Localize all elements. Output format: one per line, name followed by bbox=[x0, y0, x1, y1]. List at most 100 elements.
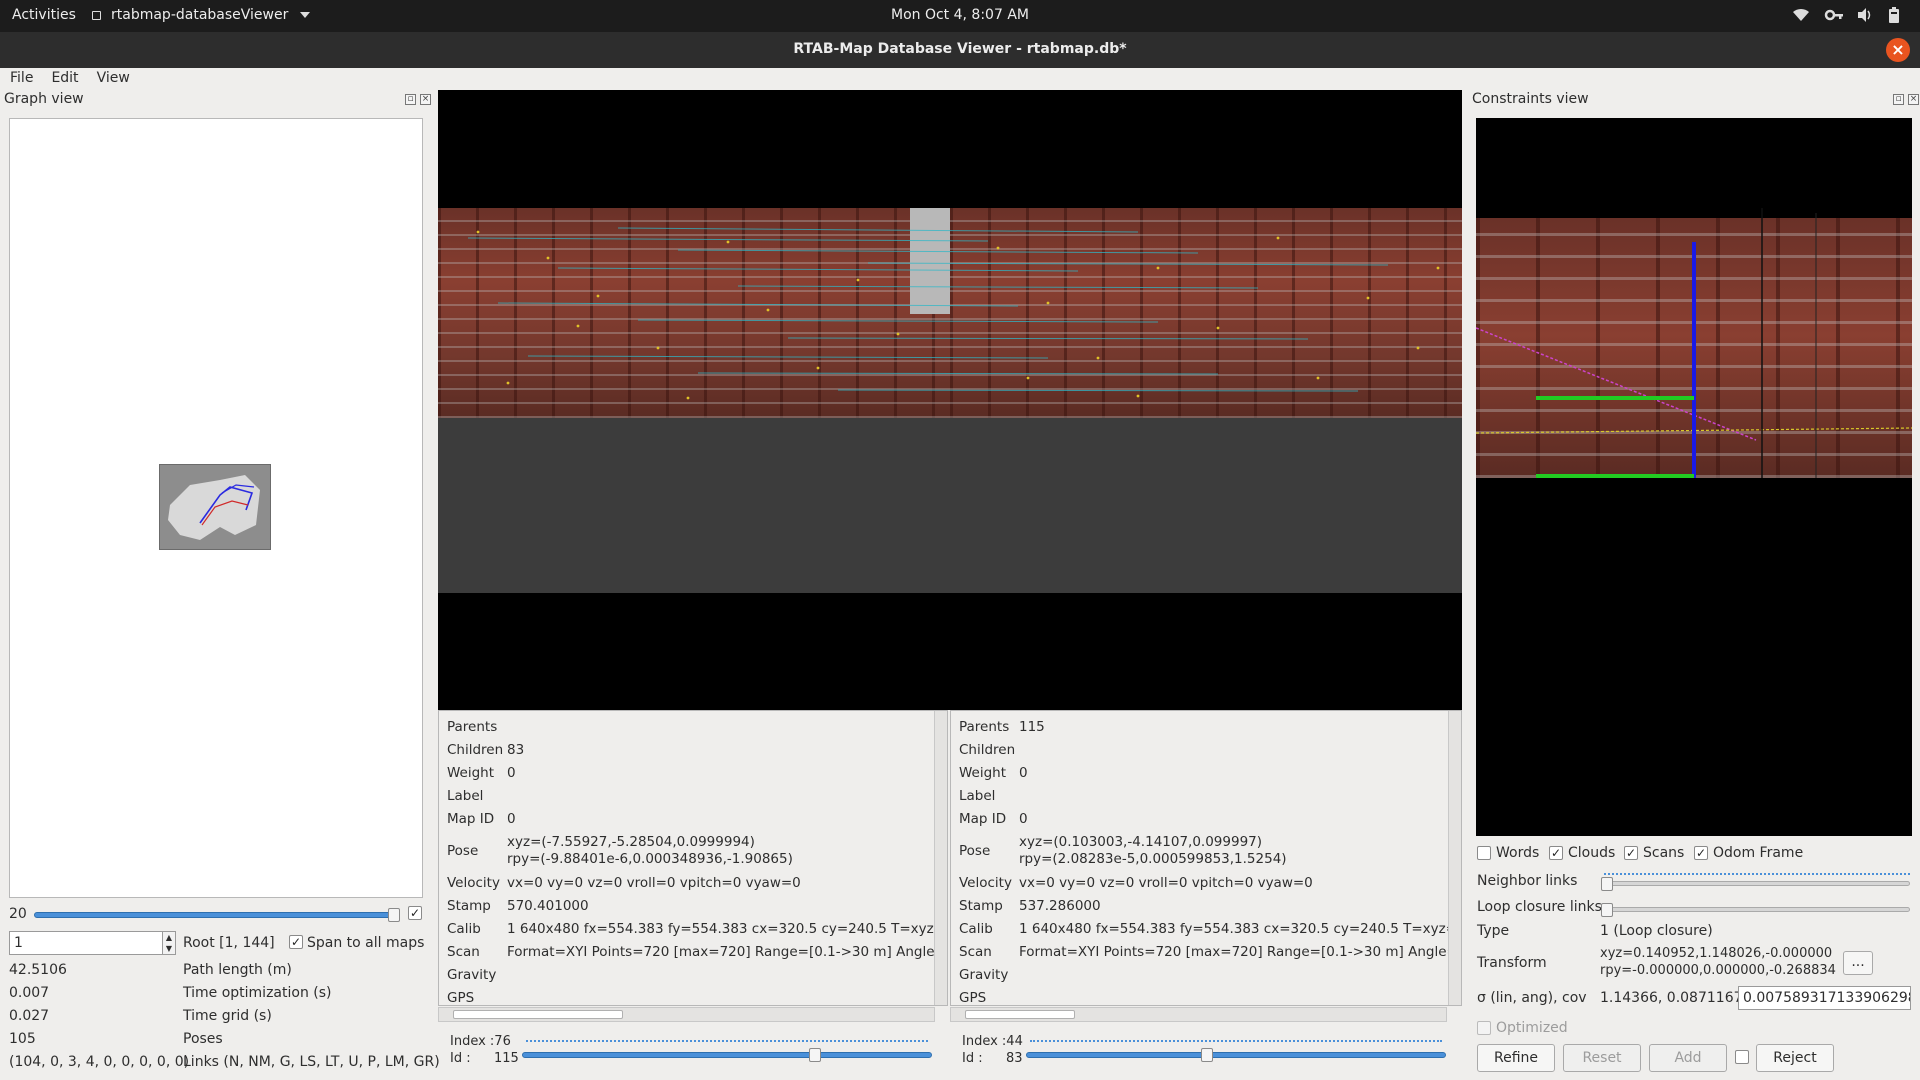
span-all-maps-label: Span to all maps bbox=[307, 935, 425, 951]
constraints-3d-view[interactable] bbox=[1476, 118, 1912, 836]
add-button[interactable]: Add bbox=[1649, 1044, 1727, 1072]
right-info-horizontal-scrollbar[interactable] bbox=[950, 1007, 1447, 1022]
odom-frame-label: Odom Frame bbox=[1713, 845, 1804, 861]
root-spinbox[interactable]: 1 bbox=[9, 931, 163, 955]
close-window-button[interactable]: × bbox=[1886, 38, 1910, 62]
scans-checkbox[interactable]: ✓ bbox=[1624, 846, 1638, 860]
graph-slider-handle[interactable] bbox=[388, 908, 400, 922]
optimized-checkbox[interactable] bbox=[1477, 1021, 1491, 1035]
window-title: RTAB-Map Database Viewer - rtabmap.db* bbox=[793, 41, 1127, 57]
menu-edit[interactable]: Edit bbox=[42, 68, 87, 90]
volume-icon[interactable] bbox=[1856, 6, 1874, 24]
transform-details-button[interactable]: ... bbox=[1843, 951, 1873, 975]
neighbor-links-slider[interactable] bbox=[1604, 881, 1910, 886]
right-id-value: 83 bbox=[1006, 1051, 1023, 1066]
slider-handle[interactable] bbox=[809, 1048, 821, 1062]
clouds-checkbox[interactable]: ✓ bbox=[1549, 846, 1563, 860]
scrollbar-thumb[interactable] bbox=[453, 1010, 623, 1019]
reset-button[interactable]: Reset bbox=[1563, 1044, 1641, 1072]
stat-value: 105 bbox=[9, 1031, 36, 1047]
refine-button[interactable]: Refine bbox=[1477, 1044, 1555, 1072]
gps-label: GPS bbox=[447, 990, 475, 1006]
children-label: Children bbox=[959, 742, 1016, 758]
sigma-value: 1.14366, 0.0871167 bbox=[1600, 990, 1743, 1006]
mapid-label: Map ID bbox=[447, 811, 495, 827]
covariance-field[interactable]: 0.0075893171339062981 bbox=[1738, 986, 1911, 1010]
menu-bar: File Edit View bbox=[0, 68, 1920, 90]
left-index-slider[interactable] bbox=[522, 1040, 932, 1064]
stat-value: 42.5106 bbox=[9, 962, 67, 978]
left-info-horizontal-scrollbar[interactable] bbox=[438, 1007, 935, 1022]
weight-value: 0 bbox=[1019, 765, 1028, 781]
graph-view-title: Graph view bbox=[4, 91, 84, 107]
odom-frame-checkbox[interactable]: ✓ bbox=[1694, 846, 1708, 860]
system-tray[interactable] bbox=[1792, 6, 1906, 24]
root-label: Root [1, 144] bbox=[183, 935, 275, 951]
mapid-value: 0 bbox=[1019, 811, 1028, 827]
left-id-value: 115 bbox=[494, 1051, 519, 1066]
feature-match-lines bbox=[467, 227, 1440, 400]
add-option-checkbox[interactable] bbox=[1735, 1050, 1749, 1064]
sigma-label: σ (lin, ang), cov bbox=[1477, 990, 1587, 1006]
transform-rpy: rpy=-0.000000,0.000000,-0.268834 bbox=[1600, 963, 1836, 978]
optimized-label: Optimized bbox=[1496, 1020, 1568, 1036]
left-info-vertical-scrollbar[interactable] bbox=[934, 711, 947, 1005]
slider-ticks bbox=[526, 1040, 928, 1044]
neighbor-slider-handle[interactable] bbox=[1601, 877, 1613, 891]
left-id-label: Id : bbox=[450, 1051, 471, 1066]
stat-label: Time grid (s) bbox=[183, 1008, 272, 1024]
wifi-icon[interactable] bbox=[1792, 6, 1810, 24]
label-label: Label bbox=[959, 788, 996, 804]
chevron-down-icon bbox=[300, 12, 311, 18]
left-node-info-panel[interactable]: Parents Children 83 Weight 0 Label Map I… bbox=[438, 710, 948, 1006]
type-value: 1 (Loop closure) bbox=[1600, 923, 1713, 939]
graph-slider-checkbox[interactable]: ✓ bbox=[408, 906, 422, 920]
activities-button[interactable]: Activities bbox=[12, 7, 76, 23]
image-comparison-view[interactable] bbox=[438, 90, 1462, 710]
velocity-label: Velocity bbox=[959, 875, 1012, 891]
float-dock-icon[interactable]: ▫ bbox=[1893, 94, 1904, 105]
gravity-label: Gravity bbox=[959, 967, 1009, 983]
close-dock-icon[interactable]: × bbox=[1908, 94, 1919, 105]
right-floor-image bbox=[950, 418, 1462, 593]
battery-icon[interactable] bbox=[1888, 6, 1906, 24]
words-checkbox[interactable] bbox=[1477, 846, 1491, 860]
slider-handle[interactable] bbox=[1201, 1048, 1213, 1062]
graph-slider[interactable] bbox=[34, 912, 400, 918]
graph-view-dock-buttons: ▫ × bbox=[405, 94, 431, 105]
right-index-label: Index :44 bbox=[962, 1034, 1023, 1049]
transform-xyz: xyz=0.140952,1.148026,-0.000000 bbox=[1600, 946, 1833, 961]
scrollbar-thumb[interactable] bbox=[965, 1010, 1075, 1019]
slider-track bbox=[1026, 1052, 1446, 1058]
float-dock-icon[interactable]: ▫ bbox=[405, 94, 416, 105]
stat-label: Path length (m) bbox=[183, 962, 292, 978]
pose-rpy: rpy=(-9.88401e-6,0.000348936,-1.90865) bbox=[507, 851, 793, 867]
app-menu-label: rtabmap-databaseViewer bbox=[111, 7, 289, 23]
calib-label: Calib bbox=[959, 921, 993, 937]
right-info-vertical-scrollbar[interactable] bbox=[1448, 711, 1461, 1005]
stat-label: Time optimization (s) bbox=[183, 985, 332, 1001]
span-all-maps-checkbox[interactable]: ✓ bbox=[289, 935, 303, 949]
key-icon[interactable] bbox=[1824, 6, 1843, 24]
menu-view[interactable]: View bbox=[88, 68, 139, 90]
right-index-slider[interactable] bbox=[1026, 1040, 1446, 1064]
calib-value: 1 640x480 fx=554.383 fy=554.383 cx=320.5… bbox=[507, 921, 948, 937]
close-dock-icon[interactable]: × bbox=[420, 94, 431, 105]
window-title-bar: RTAB-Map Database Viewer - rtabmap.db* × bbox=[0, 32, 1920, 68]
stamp-value: 537.286000 bbox=[1019, 898, 1101, 914]
loop-slider-handle[interactable] bbox=[1601, 903, 1613, 917]
app-menu[interactable]: rtabmap-databaseViewer bbox=[92, 7, 311, 23]
spin-arrows[interactable]: ▲ ▼ bbox=[162, 931, 176, 955]
constraints-view-dock-buttons: ▫ × bbox=[1893, 94, 1919, 105]
loop-closure-slider[interactable] bbox=[1604, 907, 1910, 912]
scan-value: Format=XYI Points=720 [max=720] Range=[0… bbox=[507, 944, 948, 960]
slider-track bbox=[522, 1052, 932, 1058]
right-node-info-panel[interactable]: Parents 115 Children Weight 0 Label Map … bbox=[950, 710, 1462, 1006]
stamp-label: Stamp bbox=[447, 898, 491, 914]
scan-value: Format=XYI Points=720 [max=720] Range=[0… bbox=[1019, 944, 1462, 960]
reject-button[interactable]: Reject bbox=[1756, 1044, 1834, 1072]
menu-file[interactable]: File bbox=[0, 68, 42, 90]
scans-label: Scans bbox=[1643, 845, 1685, 861]
pose-label: Pose bbox=[447, 843, 479, 859]
neighbor-slider-ticks bbox=[1604, 873, 1910, 876]
